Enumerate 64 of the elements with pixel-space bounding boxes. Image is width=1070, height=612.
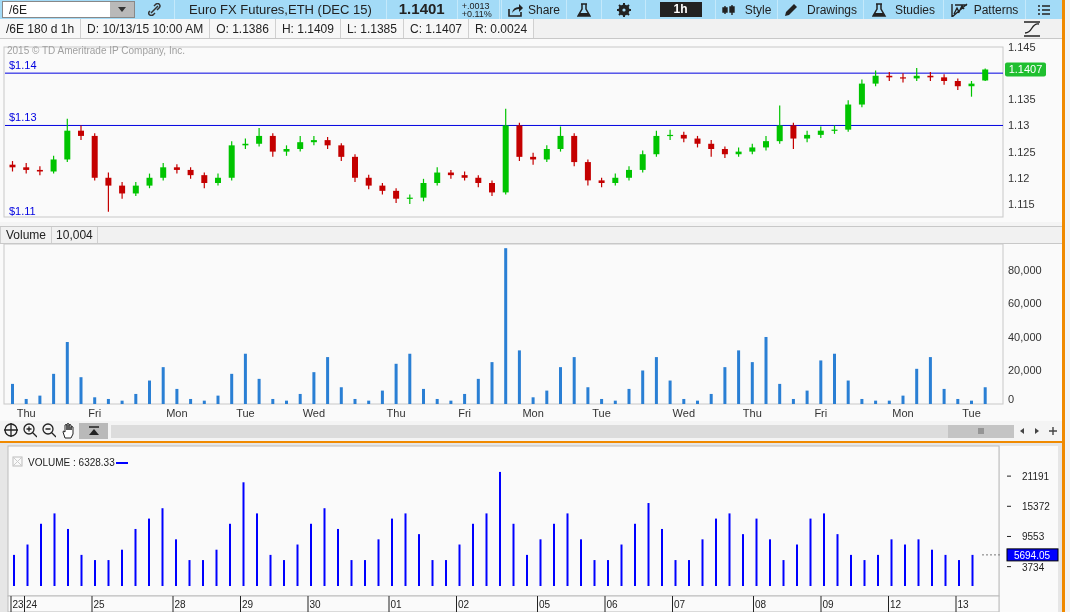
axis-label: 60,000 xyxy=(1008,297,1042,310)
axis-label: 0 xyxy=(1008,393,1015,405)
date-label: 09 xyxy=(822,599,834,610)
date-label: 23 xyxy=(12,599,24,610)
day-label: Fri xyxy=(458,407,471,419)
info-cell: /6E 180 d 1h xyxy=(0,19,82,38)
panel-title: Volume xyxy=(0,227,53,243)
day-label: Tue xyxy=(236,407,255,419)
axis-label: 21191 xyxy=(1022,471,1050,483)
date-label: 28 xyxy=(174,599,186,610)
day-label: Wed xyxy=(302,407,326,419)
level-label: $1.13 xyxy=(9,111,37,124)
axis-label: 1.115 xyxy=(1008,197,1035,210)
date-label: 01 xyxy=(390,599,402,610)
day-label: Thu xyxy=(386,407,406,419)
date-label: 07 xyxy=(674,599,686,610)
axis-label: 80,000 xyxy=(1008,263,1042,276)
percent-change: +0.11% xyxy=(461,9,493,18)
day-label: Wed xyxy=(672,407,695,419)
symbol-field[interactable]: /6E xyxy=(2,1,135,18)
axis-label: 1.125 xyxy=(1008,145,1036,158)
info-cell: D: 10/13/15 10:00 AM xyxy=(81,19,211,38)
axis-label: 15372 xyxy=(1022,501,1050,513)
info-cell: H: 1.1409 xyxy=(275,19,341,38)
date-label: 08 xyxy=(755,599,767,610)
copyright-text: 2015 © TD Ameritrade IP Company, Inc. xyxy=(7,45,185,56)
date-label: 12 xyxy=(890,599,902,610)
date-label: 13 xyxy=(957,599,969,610)
volume-value: 10,004 xyxy=(52,227,98,243)
axis-label: 1.13 xyxy=(1008,119,1030,132)
date-label: 05 xyxy=(539,599,551,610)
info-cell: L: 1.1385 xyxy=(340,19,404,38)
day-label: Thu xyxy=(742,407,762,419)
day-label: Tue xyxy=(962,407,981,419)
date-label: 06 xyxy=(606,599,618,610)
day-label: Mon xyxy=(166,407,188,419)
axis-label: 1.135 xyxy=(1008,93,1036,106)
date-label: 25 xyxy=(93,599,105,610)
day-label: Mon xyxy=(892,407,914,419)
timeframe-button[interactable]: 1h xyxy=(659,2,702,17)
value-tag: 5694.05 xyxy=(1006,548,1059,562)
info-cell: C: 1.1407 xyxy=(403,19,469,38)
price-change: +.0013 xyxy=(461,1,491,10)
level-label: $1.14 xyxy=(9,59,37,72)
price-tag: 1.1407 xyxy=(1005,62,1046,77)
info-cell: R: 0.0024 xyxy=(469,19,535,38)
axis-label: 1.145 xyxy=(1008,41,1036,53)
legend-text: VOLUME : 6328.33 xyxy=(28,457,115,468)
level-label: $1.11 xyxy=(9,205,36,217)
day-label: Mon xyxy=(522,407,544,419)
day-label: Tue xyxy=(592,407,611,419)
date-label: 02 xyxy=(458,599,470,610)
axis-label: 3734 xyxy=(1022,561,1045,573)
date-label: 24 xyxy=(26,599,38,610)
axis-label: 1.12 xyxy=(1008,171,1030,184)
axis-label: 40,000 xyxy=(1008,331,1042,343)
date-label: 30 xyxy=(309,599,321,610)
day-label: Fri xyxy=(88,407,102,419)
day-label: Thu xyxy=(16,407,36,419)
info-cell: O: 1.1386 xyxy=(210,19,276,38)
axis-label: 9553 xyxy=(1022,531,1045,543)
axis-label: 20,000 xyxy=(1008,364,1042,377)
day-label: Fri xyxy=(814,407,828,419)
date-label: 29 xyxy=(242,599,254,610)
